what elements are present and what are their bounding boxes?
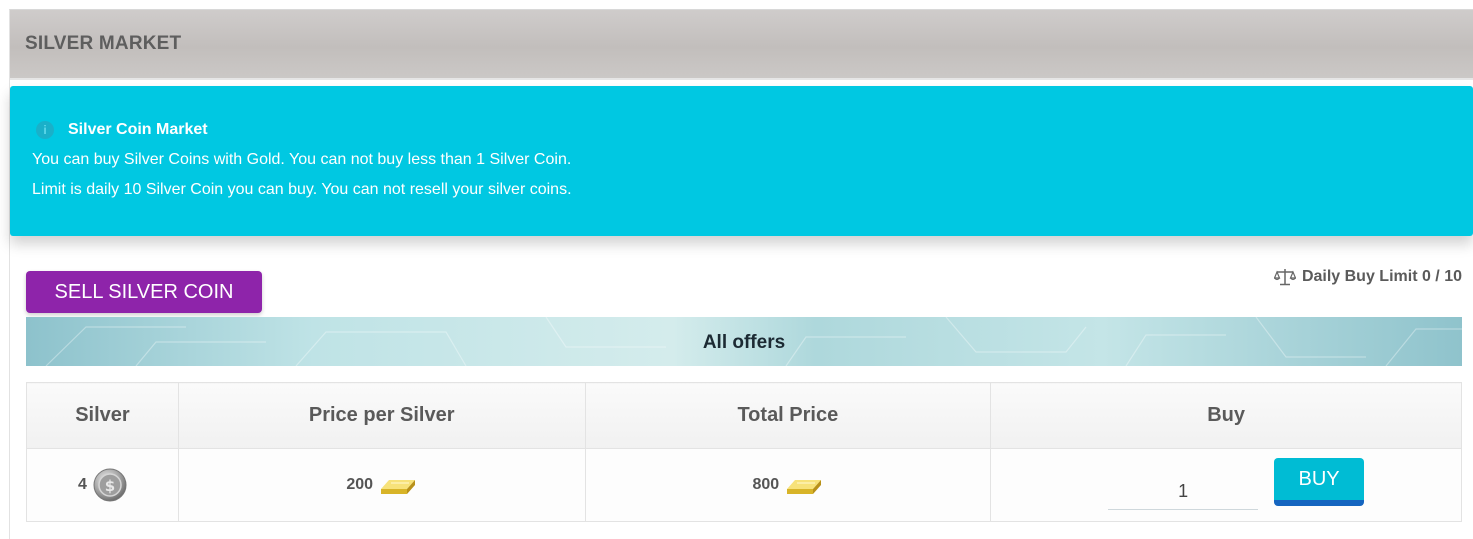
scale-icon — [1273, 269, 1296, 286]
silver-coin-icon: $ — [93, 468, 127, 502]
price-per-silver-value: 200 — [346, 476, 374, 493]
info-title: Silver Coin Market — [68, 121, 208, 138]
gold-bar-icon — [787, 480, 822, 494]
column-header-price-per-silver: Price per Silver — [177, 382, 586, 449]
info-title-row: i Silver Coin Market — [26, 121, 208, 139]
table-row: 4 $ 200 800 1 BUY — [26, 448, 1462, 522]
column-header-silver: Silver — [26, 382, 179, 449]
quantity-input[interactable] — [1108, 474, 1259, 510]
buy-cell: BUY — [990, 448, 1462, 522]
table-header-row: Silver Price per Silver Total Price Buy — [26, 382, 1462, 449]
silver-cell: 4 $ — [26, 448, 179, 522]
offers-table: Silver Price per Silver Total Price Buy … — [26, 382, 1462, 522]
offers-title: All offers — [702, 332, 786, 353]
offers-banner: All offers — [26, 317, 1462, 366]
page-title: SILVER MARKET — [25, 33, 182, 54]
info-line-2: Limit is daily 10 Silver Coin you can bu… — [32, 181, 572, 198]
daily-buy-limit-label: Daily Buy Limit 0 / 10 — [1301, 268, 1462, 285]
page-header: SILVER MARKET — [10, 10, 1473, 80]
info-line-1: You can buy Silver Coins with Gold. You … — [32, 151, 572, 168]
silver-amount: 4 — [77, 476, 87, 493]
info-icon: i — [36, 121, 54, 139]
column-header-buy: Buy — [990, 382, 1462, 449]
gold-bar-icon — [381, 480, 416, 494]
svg-text:$: $ — [105, 477, 115, 495]
daily-buy-limit: Daily Buy Limit 0 / 10 — [1273, 268, 1462, 286]
column-header-total-price: Total Price — [584, 382, 992, 449]
buy-button[interactable]: BUY — [1274, 458, 1365, 506]
total-price-cell: 800 — [584, 448, 992, 522]
price-per-silver-cell: 200 — [177, 448, 586, 522]
sell-silver-coin-button[interactable]: SELL SILVER COIN — [26, 271, 262, 313]
offers-table-wrap: Silver Price per Silver Total Price Buy … — [26, 366, 1462, 522]
total-price-value: 800 — [752, 476, 780, 493]
